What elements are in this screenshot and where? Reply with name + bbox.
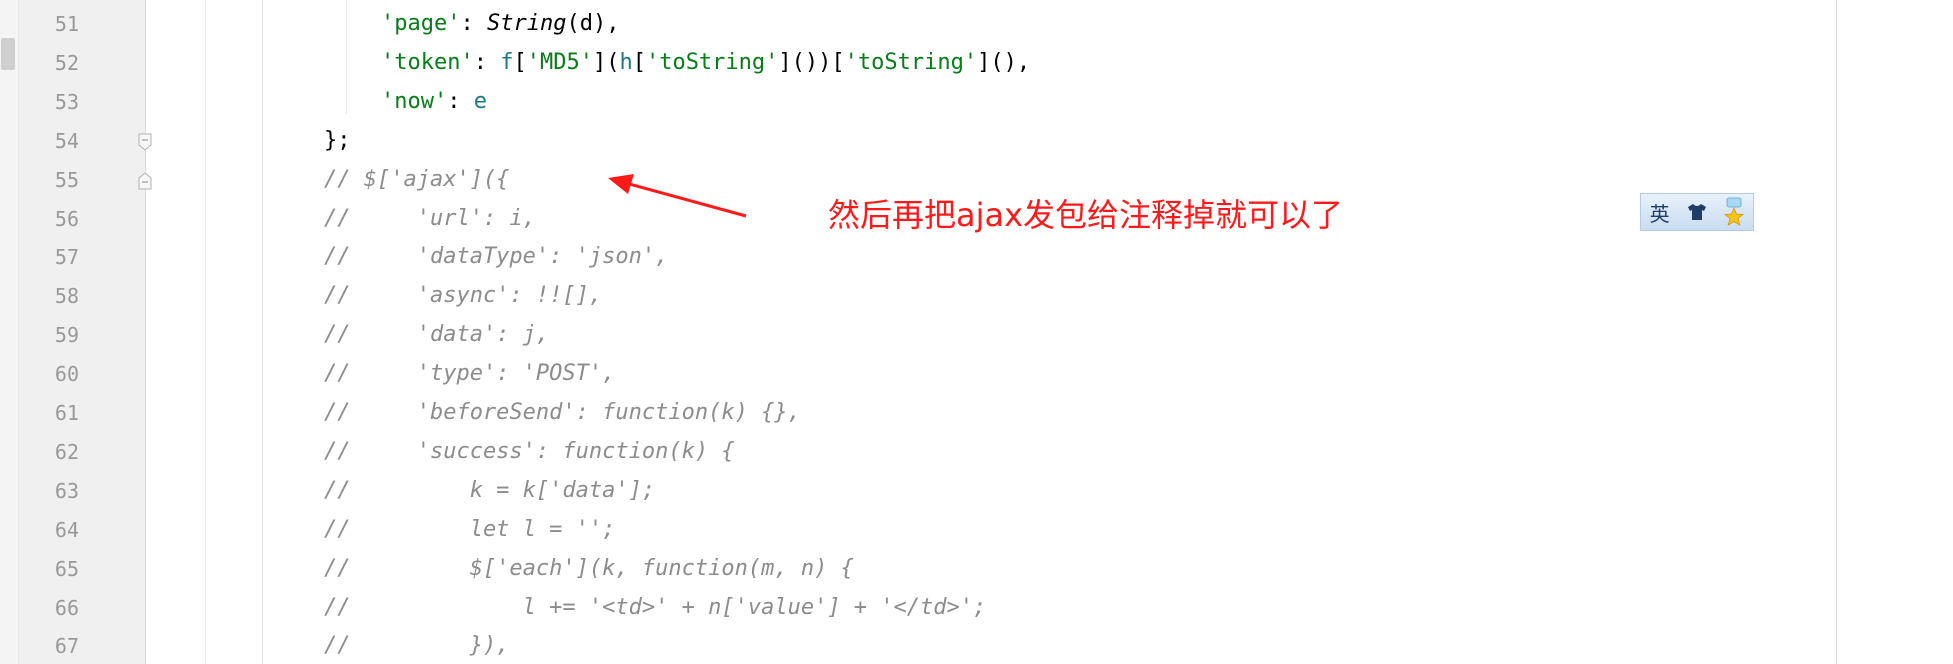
- string-token: 'page': [381, 11, 461, 36]
- ime-settings-button[interactable]: [1716, 194, 1753, 230]
- comment-text: // let l = '';: [324, 516, 616, 542]
- code-line[interactable]: // 'success': function(k) {: [324, 433, 735, 471]
- fold-start-icon[interactable]: [138, 172, 152, 190]
- code-editor[interactable]: 51 52 53 54 55 56 57 58 59 60 61 62 63 64 65 66 67 'page…: [0, 0, 1953, 664]
- string-token: 'now': [381, 88, 448, 114]
- code-line[interactable]: // $['ajax']({: [324, 161, 509, 199]
- ime-skin-button[interactable]: [1678, 194, 1715, 230]
- code-line[interactable]: // 'beforeSend': function(k) {},: [324, 394, 801, 432]
- code-text: };: [324, 127, 351, 153]
- identifier-token: h: [619, 49, 633, 75]
- line-number: 57: [54, 245, 79, 270]
- string-token: 'token': [381, 49, 474, 75]
- punctuation-token: [: [513, 49, 527, 75]
- comment-text: // 'data': j,: [324, 322, 550, 348]
- function-token: String: [486, 11, 567, 36]
- comment-text: // 'async': !![],: [324, 283, 603, 309]
- punctuation-token: :: [447, 88, 474, 114]
- code-line[interactable]: // l += '<td>' + n['value'] + '</td>';: [324, 589, 986, 627]
- punctuation-token: (d),: [566, 11, 620, 36]
- code-line[interactable]: };: [324, 122, 351, 160]
- comment-text: // $['ajax']({: [324, 166, 510, 192]
- line-number: 60: [54, 362, 79, 387]
- indent-guide: [205, 0, 206, 664]
- code-line[interactable]: // 'dataType': 'json',: [324, 238, 668, 276]
- string-token: 'toString': [645, 49, 779, 75]
- code-line[interactable]: 'page': String(d),: [381, 5, 619, 43]
- code-line[interactable]: 'now': e: [381, 83, 487, 121]
- comment-text: // k = k['data'];: [324, 477, 656, 503]
- comment-text: // l += '<td>' + n['value'] + '</td>';: [324, 594, 987, 620]
- ime-mode-button[interactable]: 英: [1641, 194, 1678, 230]
- string-token: 'MD5': [526, 49, 593, 75]
- star-icon: [1724, 197, 1745, 226]
- code-line[interactable]: // 'type': 'POST',: [324, 355, 615, 393]
- comment-text: // $['each'](k, function(m, n) {: [324, 555, 854, 581]
- identifier-token: f: [500, 49, 514, 75]
- line-number: 67: [54, 634, 79, 659]
- code-line[interactable]: // 'async': !![],: [324, 277, 602, 315]
- code-line[interactable]: // let l = '';: [324, 511, 615, 549]
- left-scrollbar[interactable]: [0, 0, 19, 664]
- line-number: 65: [54, 556, 79, 581]
- line-number: 54: [54, 128, 79, 153]
- code-line[interactable]: // 'url': i,: [324, 200, 536, 238]
- line-number: 59: [54, 323, 79, 348]
- indent-guide: [262, 0, 263, 664]
- punctuation-token: :: [460, 11, 487, 36]
- scrollbar-thumb[interactable]: [1, 38, 15, 70]
- comment-text: // 'beforeSend': function(k) {},: [324, 400, 801, 425]
- line-number: 51: [54, 12, 79, 36]
- indent-guide: [346, 0, 347, 114]
- line-number: 55: [54, 167, 79, 192]
- annotation-text: 然后再把ajax发包给注释掉就可以了: [828, 196, 1344, 234]
- comment-text: // 'dataType': 'json',: [324, 244, 669, 270]
- code-line[interactable]: // $['each'](k, function(m, n) {: [324, 550, 854, 588]
- line-number: 62: [54, 439, 79, 464]
- identifier-token: e: [473, 88, 487, 114]
- punctuation-token: ]())[: [778, 49, 845, 75]
- fold-end-icon[interactable]: [138, 133, 152, 151]
- line-number: 64: [54, 517, 79, 542]
- right-margin-line: [1836, 0, 1837, 664]
- red-arrow-icon: [608, 174, 747, 218]
- comment-text: // }),: [324, 633, 510, 659]
- comment-text: // 'url': i,: [324, 205, 536, 231]
- punctuation-token: ](: [592, 49, 620, 75]
- code-line[interactable]: 'token': f['MD5'](h['toString']())['toSt…: [381, 44, 1030, 82]
- string-token: 'toString': [844, 49, 978, 75]
- line-number: 58: [54, 284, 79, 309]
- punctuation-token: [: [632, 49, 646, 75]
- ime-mode-label: 英: [1649, 201, 1670, 226]
- comment-text: // 'success': function(k) {: [324, 438, 735, 464]
- line-number: 52: [54, 50, 79, 75]
- punctuation-token: ](),: [977, 49, 1031, 75]
- line-number: 61: [54, 401, 79, 425]
- code-line[interactable]: // 'data': j,: [324, 316, 549, 354]
- line-number: 66: [54, 595, 79, 620]
- punctuation-token: :: [473, 49, 501, 75]
- line-number: 63: [54, 478, 79, 503]
- code-line[interactable]: // k = k['data'];: [324, 472, 655, 510]
- shirt-icon: [1687, 204, 1706, 220]
- line-number: 53: [54, 89, 79, 114]
- comment-text: // 'type': 'POST',: [324, 361, 616, 387]
- line-number: 56: [54, 206, 79, 231]
- code-line[interactable]: // }),: [324, 627, 509, 664]
- ime-toolbar[interactable]: 英: [1640, 193, 1754, 231]
